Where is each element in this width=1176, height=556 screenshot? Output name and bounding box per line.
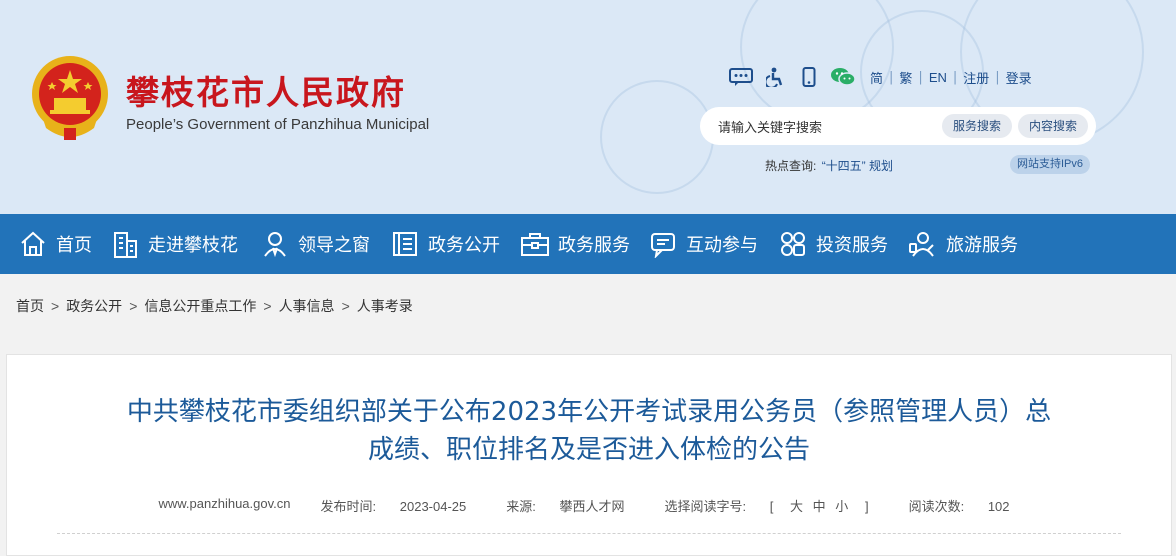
breadcrumb-separator: > [341,298,350,314]
ipv6-badge: 网站支持IPv6 [1010,155,1091,174]
font-size-bracket: ] [864,499,869,514]
article-title: 中共攀枝花市委组织部关于公布2023年公开考试录用公务员（参照管理人员）总 成绩… [47,393,1131,469]
nav-item-about[interactable]: 走进攀枝花 [110,214,238,274]
font-size-medium-button[interactable]: 中 [813,499,826,514]
search-box: 服务搜索 内容搜索 [700,107,1096,147]
hot-search-link[interactable]: “十四五” 规划 [822,159,893,173]
login-link[interactable]: 登录 [1000,68,1038,87]
nav-item-government-services[interactable]: 政务服务 [520,214,630,274]
briefcase-icon [520,229,550,259]
nav-item-tourism[interactable]: 旅游服务 [908,214,1018,274]
meta-font-size: 选择阅读字号: [ 大 中 小 ] [655,496,879,515]
font-size-bracket: [ [769,499,774,514]
article-meta: www.panzhihua.gov.cn 发布时间: 2023-04-25 来源… [7,496,1171,515]
breadcrumb-home[interactable]: 首页 [16,296,44,316]
hot-search-label: 热点查询: [765,159,817,173]
nav-item-open-government[interactable]: 政务公开 [390,214,500,274]
nav-item-label: 旅游服务 [946,235,1018,256]
breadcrumb-recruitment[interactable]: 人事考录 [357,296,413,316]
home-icon [18,229,48,259]
main-nav: 首页 走进攀枝花 领导之窗 政务公开 政务服务 互动参与 投资服务 旅游服务 [0,214,1176,274]
breadcrumb-separator: > [51,298,60,314]
site-subtitle: People’s Government of Panzhihua Municip… [126,116,430,133]
meta-site: www.panzhihua.gov.cn [158,496,291,511]
person-icon [260,229,290,259]
font-size-small-button[interactable]: 小 [835,499,848,514]
nav-item-leaders[interactable]: 领导之窗 [260,214,370,274]
mobile-icon[interactable] [796,67,822,87]
building-icon [110,229,140,259]
nav-item-label: 政务公开 [428,235,500,256]
hot-search: 热点查询: “十四五” 规划 [765,157,893,174]
nav-item-label: 互动参与 [686,235,758,256]
breadcrumb-open-government[interactable]: 政务公开 [66,296,122,316]
meta-publish-date: 2023-04-25 [399,499,467,514]
register-link[interactable]: 注册 [957,68,995,87]
font-size-large-button[interactable]: 大 [790,499,803,514]
national-emblem-logo[interactable] [28,54,112,144]
nav-item-label: 领导之窗 [298,235,370,256]
background-flower [600,80,714,194]
meta-font-size-label: 选择阅读字号: [664,499,747,514]
article-title-line: 中共攀枝花市委组织部关于公布2023年公开考试录用公务员（参照管理人员）总 [126,397,1052,427]
nav-item-label: 投资服务 [816,235,888,256]
nav-item-home[interactable]: 首页 [18,214,92,274]
content-search-button[interactable]: 内容搜索 [1018,114,1089,138]
grid-icon [778,229,808,259]
breadcrumb-key-work[interactable]: 信息公开重点工作 [144,296,256,316]
search-input[interactable] [716,107,920,147]
english-link[interactable]: EN [923,70,953,85]
breadcrumb-personnel-info[interactable]: 人事信息 [279,296,335,316]
traditional-chinese-link[interactable]: 繁 [893,68,918,87]
traveler-icon [908,229,938,259]
breadcrumb-separator: > [263,298,272,314]
meta-views-count: 102 [987,499,1010,514]
breadcrumb-separator: > [129,298,138,314]
simplified-chinese-link[interactable]: 简 [864,68,889,87]
meta-publish: 发布时间: 2023-04-25 [311,496,477,515]
breadcrumb: 首页 > 政务公开 > 信息公开重点工作 > 人事信息 > 人事考录 [16,296,413,316]
article-title-line: 成绩、职位排名及是否进入体检的公告 [367,435,810,465]
meta-divider [57,533,1121,534]
meta-source: 来源: 攀西人才网 [496,496,634,515]
site-header: 攀枝花市人民政府 People’s Government of Panzhihu… [0,0,1176,214]
article-panel: 中共攀枝花市委组织部关于公布2023年公开考试录用公务员（参照管理人员）总 成绩… [6,354,1172,556]
nav-item-investment[interactable]: 投资服务 [778,214,888,274]
nav-item-label: 首页 [56,235,92,256]
meta-views: 阅读次数: 102 [899,496,1020,515]
chat-icon [648,229,678,259]
header-toolbar: 简 | 繁 | EN | 注册 | 登录 [728,66,1038,88]
wechat-icon[interactable] [830,67,856,87]
meta-source-label: 来源: [506,499,536,514]
nav-item-label: 政务服务 [558,235,630,256]
nav-item-label: 走进攀枝花 [148,235,238,256]
document-icon [390,229,420,259]
message-icon[interactable] [728,67,754,87]
service-search-button[interactable]: 服务搜索 [942,114,1013,138]
meta-source-value: 攀西人才网 [559,499,625,514]
nav-item-interaction[interactable]: 互动参与 [648,214,758,274]
meta-views-label: 阅读次数: [908,499,965,514]
meta-publish-label: 发布时间: [320,499,377,514]
site-title[interactable]: 攀枝花市人民政府 [126,66,406,114]
accessibility-icon[interactable] [762,67,788,87]
